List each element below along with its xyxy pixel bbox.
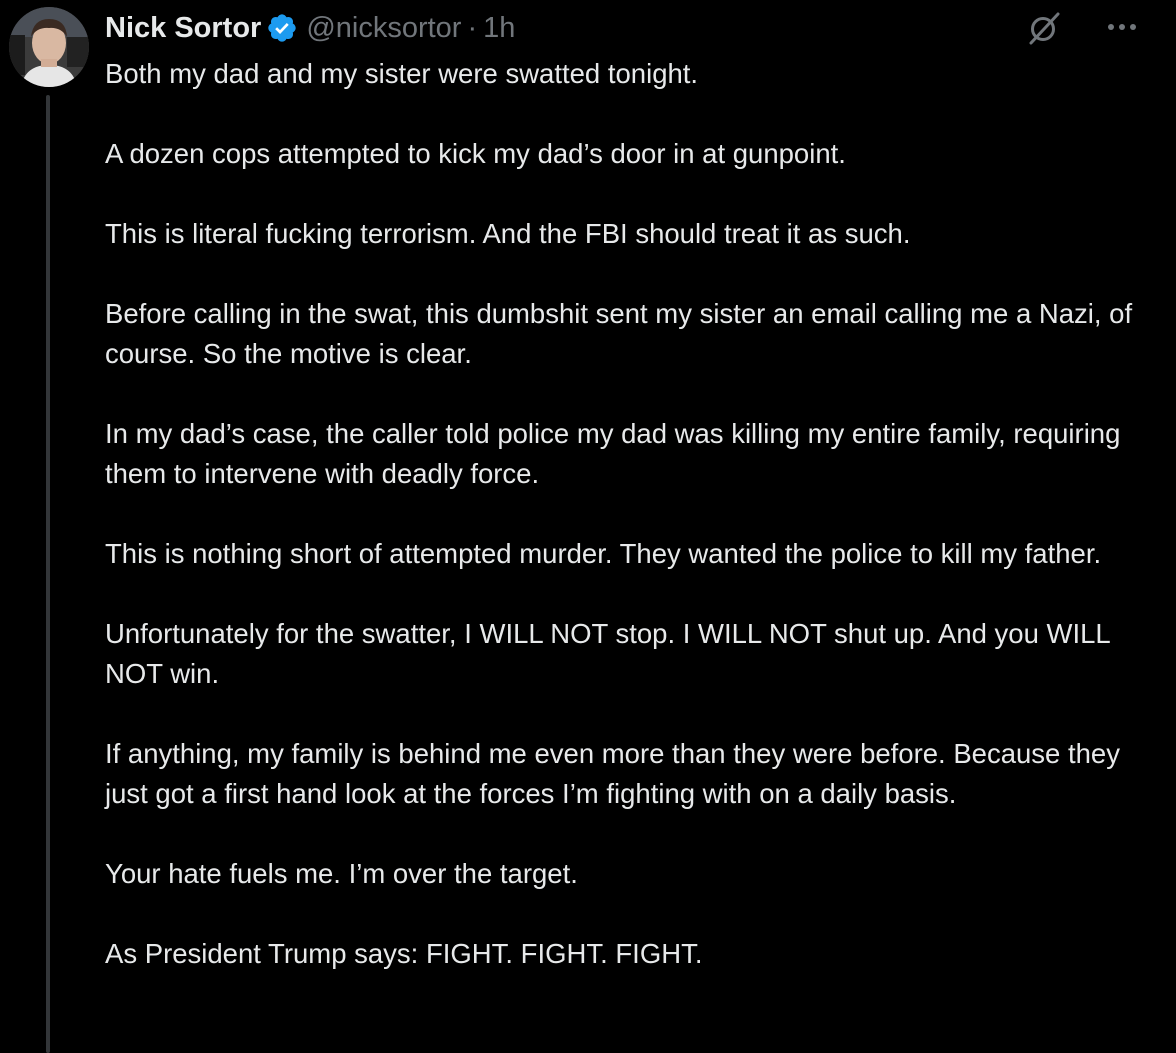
tweet-paragraph: As President Trump says: FIGHT. FIGHT. F… [105, 938, 703, 969]
avatar-image [9, 7, 89, 87]
tweet-paragraph: If anything, my family is behind me even… [105, 738, 1120, 809]
post-time[interactable]: 1h [483, 12, 515, 45]
separator-dot: · [467, 11, 478, 44]
tweet-paragraph: In my dad’s case, the caller told police… [105, 418, 1121, 489]
avatar[interactable] [9, 7, 89, 87]
author-handle[interactable]: @nicksortor [306, 12, 461, 45]
more-options-icon[interactable] [1104, 12, 1140, 42]
tweet-paragraph: Your hate fuels me. I’m over the target. [105, 858, 578, 889]
display-name[interactable]: Nick Sortor [105, 12, 261, 45]
tweet: Nick Sortor @nicksortor · 1h Both my dad… [0, 0, 1176, 1053]
verified-badge-icon[interactable] [266, 12, 298, 44]
thread-line [46, 95, 50, 1053]
tweet-paragraph: Before calling in the swat, this dumbshi… [105, 298, 1133, 369]
tweet-paragraph: This is nothing short of attempted murde… [105, 538, 1102, 569]
tweet-paragraph: This is literal fucking terrorism. And t… [105, 218, 911, 249]
tweet-paragraph: Unfortunately for the swatter, I WILL NO… [105, 618, 1110, 689]
tweet-paragraph: A dozen cops attempted to kick my dad’s … [105, 138, 846, 169]
tweet-paragraph: Both my dad and my sister were swatted t… [105, 58, 699, 89]
tweet-header: Nick Sortor @nicksortor · 1h [105, 8, 515, 48]
grok-icon[interactable] [1026, 10, 1062, 46]
tweet-text: Both my dad and my sister were swatted t… [105, 54, 1155, 974]
